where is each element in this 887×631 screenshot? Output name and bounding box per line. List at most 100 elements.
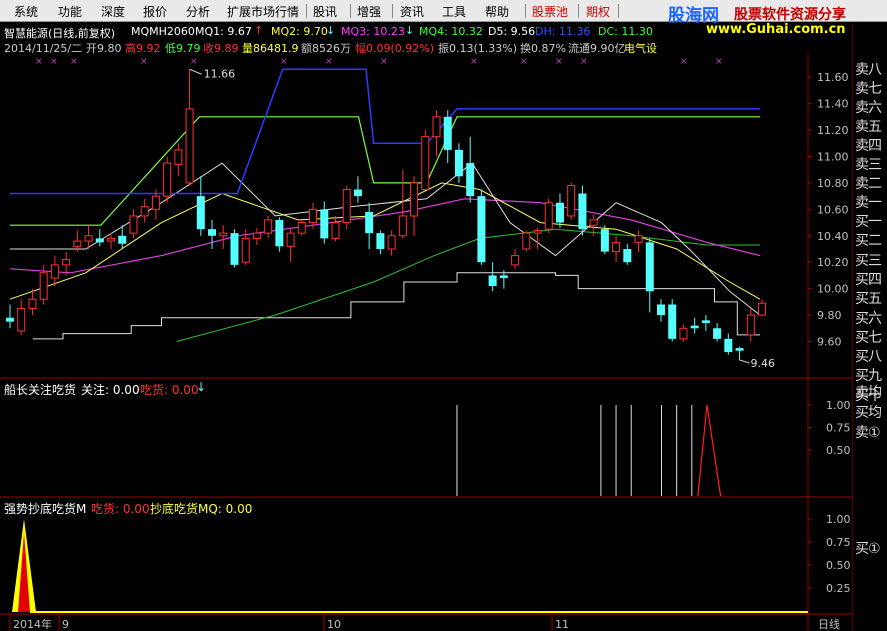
menu-system[interactable]: 系统	[14, 3, 38, 20]
price-tick-label: 11.60	[817, 71, 849, 84]
p3-tick-label: 0.25	[826, 582, 851, 595]
order-book-sell-label: 卖六	[855, 100, 882, 116]
candle-body	[690, 325, 699, 329]
menu-options[interactable]: 期权	[586, 3, 610, 20]
order-book-sell-label: 卖三	[855, 157, 882, 173]
candle-body	[365, 211, 374, 234]
amount-value: 额8526万	[301, 42, 351, 55]
menu-stock-news[interactable]: 股讯	[313, 3, 337, 20]
candle-body	[466, 163, 475, 197]
candle-body	[297, 222, 306, 234]
bar-date: 2014/11/25/二	[4, 42, 83, 55]
menu-tools[interactable]: 工具	[442, 3, 466, 20]
p2-tick-label: 1.00	[826, 399, 851, 412]
candle-body	[309, 208, 318, 224]
candle-body	[533, 229, 542, 234]
p3-tick-label: 0.75	[826, 536, 851, 549]
candle-body	[544, 202, 553, 230]
menu-stock-pool[interactable]: 股票池	[532, 3, 568, 20]
p3-yellow-peak	[12, 519, 36, 612]
x-axis-label: 10	[327, 618, 341, 631]
candle-body	[454, 149, 463, 177]
candle-body	[634, 235, 643, 243]
menu-depth[interactable]: 深度	[101, 3, 125, 20]
marker-icon: ×	[520, 57, 528, 67]
open-value: 开9.80	[86, 42, 122, 55]
order-book-sell-label: 卖四	[855, 138, 882, 154]
candle-body	[353, 189, 362, 197]
candle-body	[656, 304, 665, 316]
marker-icon: ×	[50, 57, 58, 67]
panel3-chihuo: 吃货: 0.00	[91, 502, 150, 516]
panel2-title[interactable]: 船长关注吃货	[4, 381, 76, 398]
candle-body	[264, 219, 273, 234]
candle-body	[735, 348, 744, 351]
price-tick-label: 10.20	[817, 256, 849, 269]
order-book-buy-one-label: 买①	[855, 541, 881, 557]
menu-quote[interactable]: 报价	[143, 3, 167, 20]
menu-analysis[interactable]: 分析	[186, 3, 210, 20]
candle-body	[623, 248, 632, 263]
p2-tick-label: 0.75	[826, 422, 851, 435]
menu-separator	[306, 4, 307, 18]
candle-body	[589, 219, 598, 226]
candle-body	[376, 233, 385, 249]
price-tick-label: 11.00	[817, 150, 849, 163]
marker-icon: ×	[555, 57, 563, 67]
candle-body	[275, 219, 284, 247]
candle-body	[342, 189, 351, 224]
order-book-sell-avg-label: 卖均	[855, 385, 882, 401]
logo-slogan: 股票软件资源分享	[734, 7, 846, 23]
order-book-panel: 卖八 卖七 卖六 卖五 卖四 卖三 卖二 卖一 买一 买二 买三 买四 买五 买六 买七 买八 买九 买十 卖均 买均…	[853, 22, 887, 631]
candle-body	[39, 272, 48, 300]
candle-body	[555, 202, 564, 223]
candle-body	[701, 320, 710, 323]
panel3-title[interactable]: 强势抄底吃货M	[4, 500, 86, 517]
order-book-buy-label: 买四	[855, 271, 882, 288]
p2-tick-label: 0.50	[826, 444, 851, 457]
candle-body	[387, 235, 396, 250]
candle-body	[50, 264, 59, 279]
p3-tick-label: 0.50	[826, 559, 851, 572]
candle-body	[724, 338, 733, 353]
marker-icon: ×	[325, 57, 333, 67]
menu-help[interactable]: 帮助	[485, 3, 509, 20]
down-arrow-icon: ↓	[326, 24, 336, 37]
marker-icon: ×	[470, 57, 478, 67]
menu-separator	[618, 4, 619, 18]
down-arrow-icon: ↓	[405, 24, 415, 37]
order-book-buy-label: 买三	[855, 252, 882, 269]
price-tick-label: 11.40	[817, 98, 849, 111]
mq-lower-line	[10, 116, 760, 226]
candle-body	[286, 232, 295, 247]
candle-body	[488, 275, 497, 286]
dc-value: DC: 11.30	[598, 25, 653, 38]
menu-enhance[interactable]: 增强	[357, 3, 381, 20]
marker-icon: ×	[715, 57, 723, 67]
menu-extended-market[interactable]: 扩展市场行情	[227, 3, 299, 20]
candle-body	[522, 232, 531, 250]
candle-body	[28, 298, 37, 309]
turnover-value: 换0.87%	[520, 42, 566, 55]
candle-body	[421, 136, 430, 191]
candle-body	[185, 108, 194, 184]
down-arrow-icon: ↓	[196, 380, 207, 394]
candle-body	[196, 196, 205, 230]
order-book-buy-label: 买六	[855, 310, 882, 327]
p2-peak-line	[697, 404, 722, 497]
candle-body	[174, 149, 183, 165]
order-book-buy-avg-label: 买均	[855, 405, 882, 421]
candle-body	[746, 314, 755, 336]
change-value: 幅0.09(0.92%)	[355, 42, 435, 55]
menu-separator	[350, 4, 351, 18]
order-book-sell-label: 卖八	[855, 62, 882, 78]
menu-info[interactable]: 资讯	[400, 3, 424, 20]
menu-function[interactable]: 功能	[58, 3, 82, 20]
order-book-buy-label: 买一	[855, 214, 882, 230]
candle-body	[95, 238, 104, 243]
candle-body	[208, 229, 217, 236]
candle-body	[140, 206, 149, 217]
low-annotation: 9.46	[751, 357, 776, 370]
candle-body	[107, 237, 116, 242]
price-tick-label: 10.00	[817, 283, 849, 296]
